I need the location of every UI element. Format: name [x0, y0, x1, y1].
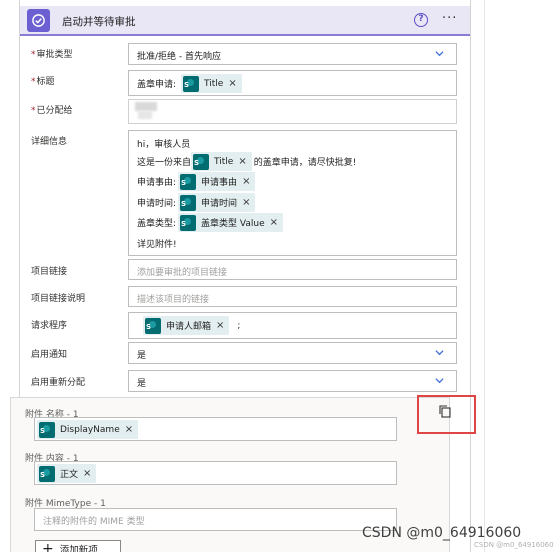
assigned-to-input[interactable] [128, 99, 457, 124]
approval-icon [27, 9, 50, 32]
approval-type-select[interactable]: 批准/拒绝 - 首先响应 [128, 43, 457, 65]
sharepoint-icon [39, 465, 55, 482]
attachment-content-input[interactable]: 正文× [34, 461, 397, 485]
sharepoint-icon [180, 173, 197, 190]
item-link-desc-placeholder: 描述该项目的链接 [137, 295, 210, 305]
title-prefix: 盖章申请: [137, 80, 177, 90]
blurred-user-secondary [138, 111, 152, 119]
help-icon[interactable]: ? [414, 13, 428, 27]
chevron-down-icon [435, 378, 444, 384]
reassignment-label: 启用重新分配 [31, 378, 86, 388]
notifications-label: 启用通知 [31, 350, 68, 360]
seal-type-token[interactable]: 盖章类型 Value× [178, 213, 284, 232]
details-line: hi，审核人员 [137, 140, 191, 150]
details-title-token[interactable]: Title× [191, 152, 252, 171]
reassignment-value: 是 [137, 379, 147, 389]
reassignment-select[interactable]: 是 [128, 370, 457, 392]
remove-token-icon[interactable]: × [242, 197, 250, 208]
approval-type-value: 批准/拒绝 - 首先响应 [137, 52, 222, 62]
remove-token-icon[interactable]: × [242, 176, 250, 187]
requestor-input[interactable]: 申请人邮箱× ; [128, 312, 457, 339]
reason-token[interactable]: 申请事由× [178, 172, 256, 191]
sharepoint-icon [145, 317, 161, 334]
remove-token-icon[interactable]: × [238, 156, 246, 167]
item-link-desc-input[interactable]: 描述该项目的链接 [128, 286, 457, 307]
body-token[interactable]: 正文× [37, 464, 97, 483]
watermark: CSDN @m0_64916060 [362, 525, 522, 541]
action-title: 启动并等待审批 [62, 16, 136, 28]
remove-token-icon[interactable]: × [216, 320, 224, 331]
notifications-select[interactable]: 是 [128, 342, 457, 364]
details-textarea[interactable]: hi，审核人员 这是一份来自 Title× 的盖章申请，请尽快批复! 申请事由:… [128, 130, 457, 256]
item-link-label: 项目链接 [31, 267, 68, 277]
sharepoint-icon [193, 153, 210, 170]
requestor-email-token[interactable]: 申请人邮箱× [143, 316, 230, 335]
approval-type-label: *审批类型 [31, 50, 73, 60]
title-token[interactable]: Title× [181, 74, 242, 93]
highlight-box [417, 395, 476, 434]
details-line: 详见附件! [137, 240, 177, 250]
requestor-label: 请求程序 [31, 321, 68, 331]
plus-icon: + [42, 541, 54, 552]
remove-token-icon[interactable]: × [228, 78, 236, 89]
details-label: 详细信息 [31, 137, 68, 147]
item-link-placeholder: 添加要审批的项目链接 [137, 268, 228, 278]
title-label: *标题 [31, 77, 55, 87]
display-name-token[interactable]: DisplayName× [37, 420, 139, 439]
remove-token-icon[interactable]: × [83, 468, 91, 479]
chevron-down-icon [435, 350, 444, 356]
sharepoint-icon [180, 194, 197, 211]
remove-token-icon[interactable]: × [125, 424, 133, 435]
divider [484, 0, 485, 552]
more-options-icon[interactable]: ··· [442, 11, 457, 26]
attachment-mime-placeholder: 注释的附件的 MIME 类型 [43, 517, 145, 527]
add-new-item-button[interactable]: + 添加新项 [35, 540, 121, 552]
attachment-mime-input[interactable]: 注释的附件的 MIME 类型 [34, 508, 397, 531]
sharepoint-icon [183, 75, 200, 92]
assigned-to-label: *已分配给 [31, 106, 73, 116]
item-link-input[interactable]: 添加要审批的项目链接 [128, 259, 457, 280]
remove-token-icon[interactable]: × [270, 217, 278, 228]
watermark-small: CSDN @m0_64916060 [474, 541, 554, 549]
title-input[interactable]: 盖章申请: Title× [128, 70, 457, 96]
chevron-down-icon [435, 51, 444, 57]
page: 启动并等待审批 ? ··· *审批类型 批准/拒绝 - 首先响应 *标题 盖章申… [0, 0, 554, 552]
blurred-user [135, 102, 157, 111]
item-link-desc-label: 项目链接说明 [31, 294, 86, 304]
sharepoint-icon [39, 421, 55, 438]
time-token[interactable]: 申请时间× [178, 193, 256, 212]
action-header[interactable]: 启动并等待审批 ? ··· [20, 6, 470, 36]
attachment-name-input[interactable]: DisplayName× [34, 417, 397, 441]
notifications-value: 是 [137, 351, 147, 361]
sharepoint-icon [180, 214, 197, 231]
